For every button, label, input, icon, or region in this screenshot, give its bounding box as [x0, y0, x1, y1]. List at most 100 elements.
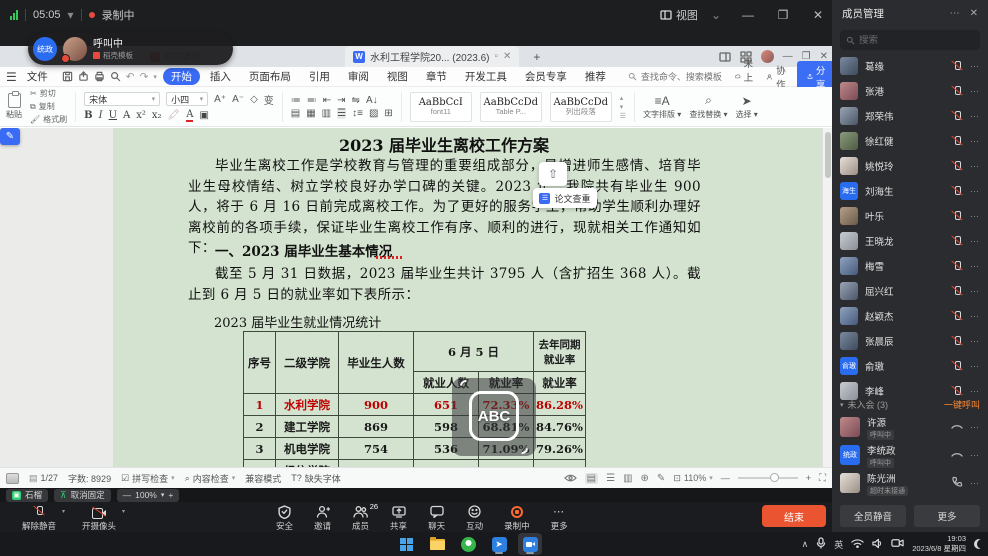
- underline-button[interactable]: U: [109, 110, 117, 121]
- member-more-icon[interactable]: ⋯: [970, 336, 980, 347]
- tray-speaker-icon[interactable]: [872, 538, 883, 551]
- new-tab-button[interactable]: +: [533, 50, 540, 64]
- menu-tab-view[interactable]: 视图: [379, 68, 416, 85]
- member-more-icon[interactable]: ⋯: [970, 478, 980, 489]
- member-more-icon[interactable]: ⋯: [970, 61, 980, 72]
- align-right-icon[interactable]: ▥: [322, 108, 331, 119]
- file-explorer-button[interactable]: [425, 533, 449, 555]
- app-cursor-button[interactable]: ➤: [487, 533, 511, 555]
- content-check-status[interactable]: ⌕内容检查▾: [185, 472, 236, 485]
- panel-close-icon[interactable]: ✕: [970, 8, 978, 19]
- mic-muted-icon[interactable]: [951, 335, 963, 348]
- mic-muted-icon[interactable]: [951, 360, 963, 373]
- text-direction-icon[interactable]: ⇋: [352, 95, 360, 106]
- font-size-select[interactable]: 小四▾: [166, 92, 208, 106]
- calling-icon[interactable]: [951, 446, 963, 464]
- outline-view-icon[interactable]: ☰: [606, 473, 615, 484]
- share-zoom-control[interactable]: —100%▾+: [117, 489, 180, 502]
- member-more-icon[interactable]: ⋯: [970, 136, 980, 147]
- fullscreen-icon[interactable]: ⛶: [819, 473, 826, 484]
- member-row[interactable]: 赵颖杰⋯: [840, 304, 980, 328]
- zoom-in-icon[interactable]: +: [168, 490, 173, 500]
- member-more-icon[interactable]: ⋯: [970, 211, 980, 222]
- menu-file[interactable]: 文件: [19, 68, 56, 85]
- mic-muted-icon[interactable]: [951, 385, 963, 398]
- assistant-icon[interactable]: ✎: [0, 128, 20, 145]
- panel-more-button[interactable]: 更多: [914, 505, 980, 527]
- undo-icon[interactable]: ↶: [126, 71, 135, 83]
- member-row[interactable]: 俞璈俞璈⋯: [840, 354, 980, 378]
- outdent-icon[interactable]: ⇤: [323, 95, 331, 106]
- member-search-input[interactable]: [859, 35, 969, 46]
- mic-muted-icon[interactable]: [951, 285, 963, 298]
- pinyin-icon[interactable]: 变: [264, 92, 274, 107]
- command-search-input[interactable]: [641, 72, 727, 82]
- tab-close-icon[interactable]: ✕: [503, 51, 511, 62]
- calling-overlay[interactable]: 统政 呼叫中 稻壳模板: [28, 33, 233, 65]
- paper-check-button[interactable]: ☰论文查重: [533, 188, 597, 208]
- section-collapse-icon[interactable]: ▾: [840, 401, 844, 409]
- zoom-out-button[interactable]: —: [721, 473, 730, 483]
- line-spacing-icon[interactable]: ↕≡: [352, 108, 363, 119]
- strikethrough-button[interactable]: A̶: [123, 110, 130, 121]
- member-row[interactable]: 叶乐⋯: [840, 204, 980, 228]
- menu-tab-home[interactable]: 开始: [163, 68, 200, 85]
- moon-icon[interactable]: [974, 539, 984, 549]
- style-up-icon[interactable]: ▴: [620, 94, 626, 102]
- tray-camera-icon[interactable]: [891, 538, 904, 550]
- invite-button[interactable]: 邀请: [314, 504, 331, 532]
- find-replace-button[interactable]: ⌕查找替换 ▾: [689, 93, 727, 120]
- hamburger-icon[interactable]: ☰: [6, 70, 17, 84]
- sort-icon[interactable]: A↓: [366, 95, 378, 106]
- highlight-button[interactable]: 🖍: [168, 110, 181, 121]
- more-button[interactable]: ⋯更多: [551, 504, 568, 532]
- missing-font[interactable]: T?缺失字体: [291, 472, 341, 485]
- calling-icon[interactable]: [951, 418, 963, 436]
- close-button[interactable]: ✕: [804, 0, 832, 30]
- command-search[interactable]: [622, 71, 733, 83]
- member-more-icon[interactable]: ⋯: [970, 186, 980, 197]
- zoom-out-icon[interactable]: —: [123, 490, 132, 500]
- shared-app-pill[interactable]: ▣石榴: [6, 489, 48, 502]
- tray-expand-icon[interactable]: ∧: [802, 539, 809, 550]
- unpin-button[interactable]: ⊼取消固定: [54, 489, 111, 502]
- interact-button[interactable]: 互动: [466, 504, 483, 532]
- recording-button[interactable]: 录制中: [504, 504, 530, 532]
- page-indicator[interactable]: ▤1/27: [29, 473, 58, 484]
- eye-protect-icon[interactable]: [564, 473, 577, 483]
- scrollbar-thumb[interactable]: [825, 132, 831, 178]
- align-left-icon[interactable]: ▤: [291, 108, 300, 119]
- mic-muted-icon[interactable]: [951, 160, 963, 173]
- style-down-icon[interactable]: ▾: [620, 103, 626, 111]
- word-count[interactable]: 字数: 8929: [68, 472, 111, 485]
- chat-button[interactable]: 聊天: [428, 504, 445, 532]
- print-icon[interactable]: [94, 71, 105, 82]
- read-view-icon[interactable]: ▥: [623, 473, 632, 484]
- mic-muted-icon[interactable]: [951, 85, 963, 98]
- redo-icon[interactable]: ↷: [140, 71, 149, 83]
- member-row[interactable]: 张晨辰⋯: [840, 329, 980, 353]
- member-row[interactable]: 屈兴红⋯: [840, 279, 980, 303]
- mic-muted-icon[interactable]: [951, 135, 963, 148]
- vertical-scrollbar[interactable]: [822, 128, 832, 467]
- zoom-slider[interactable]: [738, 477, 798, 479]
- export-icon[interactable]: [78, 71, 89, 82]
- style-table-p[interactable]: AaBbCcDdTable P...: [480, 92, 542, 122]
- maximize-button[interactable]: ❐: [769, 0, 797, 30]
- style-more-icon[interactable]: ☰: [620, 112, 626, 120]
- member-more-icon[interactable]: ⋯: [970, 86, 980, 97]
- menu-tab-developer[interactable]: 开发工具: [457, 68, 515, 85]
- app-green-button[interactable]: [456, 533, 480, 555]
- mic-muted-icon[interactable]: [951, 235, 963, 248]
- member-more-icon[interactable]: ⋯: [970, 311, 980, 322]
- member-row[interactable]: 姚悦玲⋯: [840, 154, 980, 178]
- member-search[interactable]: [840, 30, 980, 50]
- numbered-list-icon[interactable]: ≕: [307, 95, 317, 106]
- member-row[interactable]: 郑荣伟⋯: [840, 104, 980, 128]
- member-row[interactable]: 海生刘海生⋯: [840, 179, 980, 203]
- tray-wifi-icon[interactable]: [851, 538, 864, 550]
- style-font11[interactable]: AaBbCcIfont11: [410, 92, 472, 122]
- subscript-button[interactable]: x₂: [152, 110, 162, 121]
- member-row[interactable]: 王晓龙⋯: [840, 229, 980, 253]
- camera-on-button[interactable]: 开摄像头▾: [82, 504, 116, 532]
